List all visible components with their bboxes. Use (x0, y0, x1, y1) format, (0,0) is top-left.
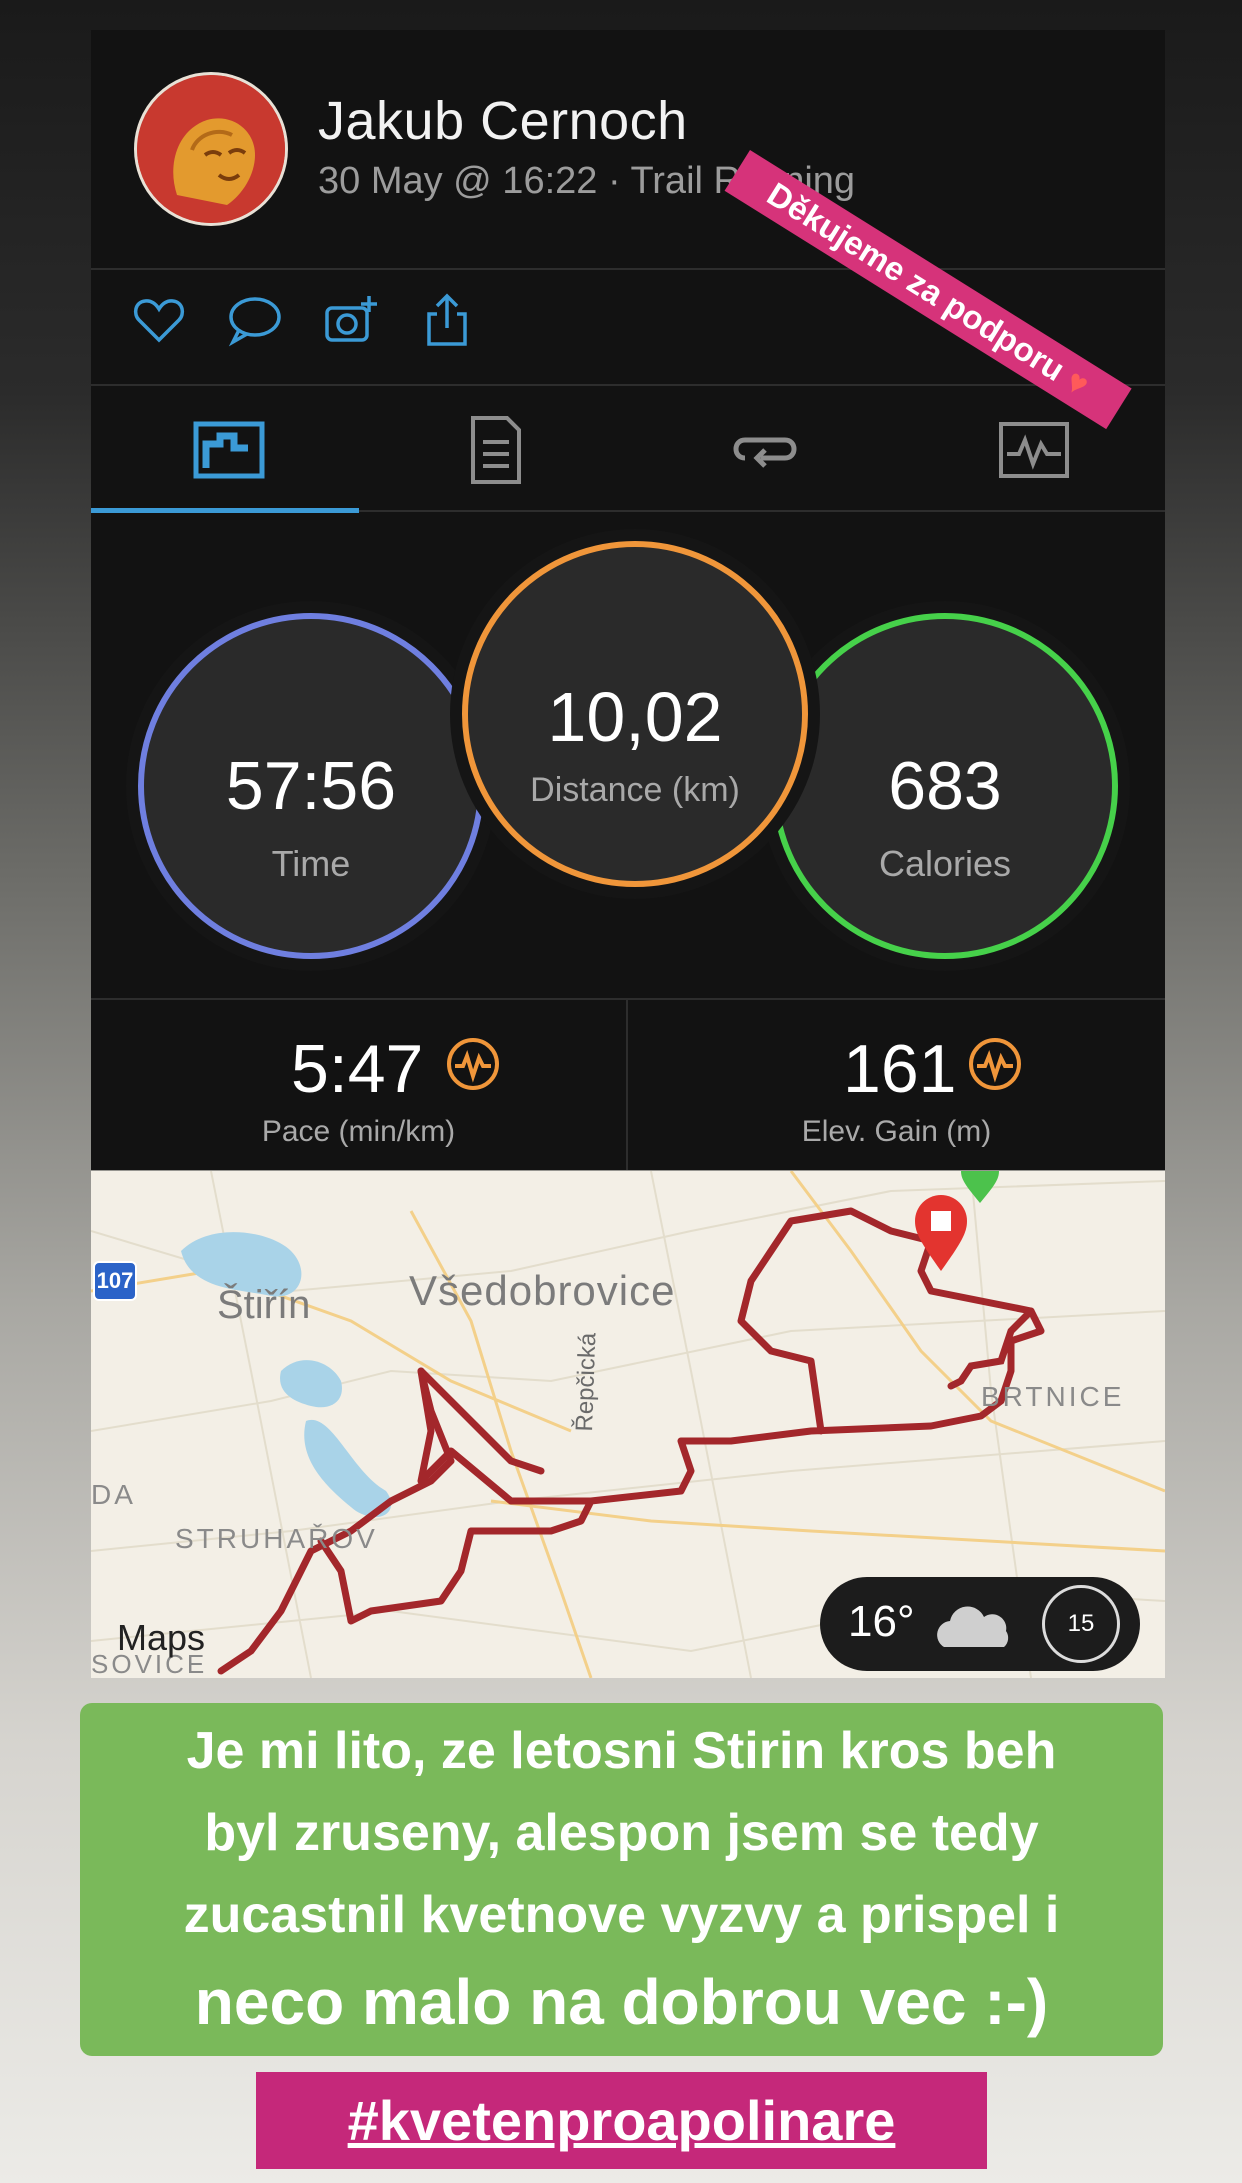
share-icon[interactable] (419, 292, 475, 348)
active-tab-indicator (91, 508, 359, 513)
place-vsedobrovice: Všedobrovice (409, 1267, 676, 1314)
time-circle: 57:56 Time (138, 613, 484, 959)
caption-line-3: zucastnil kvetnove vyzvy a prispel i (183, 1886, 1060, 1944)
calories-value: 683 (888, 748, 1002, 824)
lion-avatar-icon (137, 75, 285, 223)
route-map[interactable]: 107 Štiřín Všedobrovice BRTNICE STRUHAŘO… (91, 1171, 1165, 1678)
caption-line-2: byl zruseny, alespon jsem se tedy (204, 1804, 1039, 1862)
caption-line-1: Je mi lito, ze letosni Stirin kros beh (186, 1722, 1057, 1780)
road-badge: 107 (93, 1261, 137, 1301)
hashtag[interactable]: #kvetenproapolinare (256, 2072, 987, 2169)
weather-temp: 16° (848, 1597, 915, 1646)
camera-add-icon[interactable] (323, 292, 379, 348)
place-stirin: Štiřín (217, 1283, 311, 1327)
comment-icon[interactable] (227, 292, 283, 348)
heart-sticker-icon: ♥ (1059, 361, 1096, 404)
weather-pill: 16° 15 (820, 1577, 1140, 1671)
caption-box: Je mi lito, ze letosni Stirin kros beh b… (80, 1703, 1163, 2056)
heart-icon[interactable] (131, 292, 187, 348)
place-struharov: STRUHAŘOV (175, 1523, 378, 1554)
stats-tab-icon[interactable] (190, 410, 270, 490)
divider (91, 268, 1165, 270)
pace-activity-icon[interactable] (445, 1036, 501, 1092)
laps-tab-icon[interactable] (725, 410, 805, 490)
time-value: 57:56 (225, 748, 397, 824)
calories-circle: 683 Calories (772, 613, 1118, 959)
time-label: Time (271, 843, 351, 884)
pace-label: Pace (min/km) (261, 1115, 456, 1148)
details-tab-icon[interactable] (455, 410, 535, 490)
distance-value: 10,02 (547, 678, 723, 756)
distance-circle: 10,02 Distance (km) (462, 541, 808, 887)
cloud-icon (937, 1606, 1009, 1647)
avatar[interactable] (134, 72, 288, 226)
aqi-badge: 15 (1042, 1585, 1120, 1663)
elev-label: Elev. Gain (m) (801, 1115, 992, 1148)
calories-label: Calories (878, 843, 1012, 884)
start-pin-icon[interactable] (957, 1171, 1003, 1205)
maps-brand: Maps (117, 1617, 206, 1658)
distance-label: Distance (km) (530, 771, 740, 809)
maps-logo: Maps (117, 1617, 205, 1659)
profile-name[interactable]: Jakub Cernoch (318, 90, 688, 152)
activity-card: Jakub Cernoch 30 May @ 16:22 · Trail Run… (91, 30, 1165, 1170)
street-label: Řepčická (571, 1332, 602, 1432)
divider (91, 384, 1165, 386)
elev-value: 161 (843, 1031, 957, 1107)
pace-value: 5:47 (291, 1031, 424, 1107)
chart-tab-icon[interactable] (995, 410, 1075, 490)
caption-line-4: neco malo na dobrou vec :-) (194, 1966, 1049, 2038)
place-brtnice: BRTNICE (981, 1381, 1125, 1412)
elev-activity-icon[interactable] (967, 1036, 1023, 1092)
place-da: DA (91, 1479, 136, 1510)
finish-pin-icon[interactable] (911, 1193, 971, 1273)
